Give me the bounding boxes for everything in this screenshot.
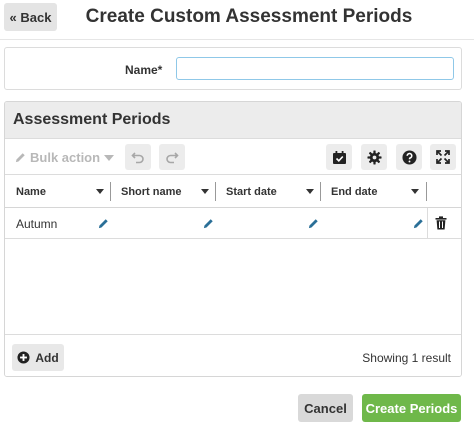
help-button[interactable] xyxy=(396,144,422,170)
column-label: Name xyxy=(16,185,46,198)
assessment-periods-panel: Assessment Periods Bulk action Name Shor… xyxy=(4,101,462,377)
create-periods-button[interactable]: Create Periods xyxy=(362,394,461,422)
edit-pencil-icon[interactable] xyxy=(308,218,319,229)
row-divider xyxy=(427,208,428,239)
undo-icon xyxy=(131,152,144,164)
sort-caret-icon xyxy=(201,189,209,194)
bulk-action-dropdown[interactable]: Bulk action xyxy=(15,150,115,165)
trash-icon[interactable] xyxy=(435,216,447,230)
column-label: Short name xyxy=(121,185,182,198)
column-label: End date xyxy=(331,185,378,198)
column-header-name[interactable]: Name xyxy=(16,175,110,208)
grid-footer: Add Showing 1 result xyxy=(5,334,461,376)
edit-pencil-icon[interactable] xyxy=(98,218,109,229)
name-label: Name* xyxy=(125,63,163,77)
column-divider xyxy=(215,182,216,201)
column-label: Start date xyxy=(226,185,277,198)
column-divider xyxy=(110,182,111,201)
header-divider xyxy=(0,39,474,40)
panel-header: Assessment Periods xyxy=(5,102,461,139)
edit-pencil-icon[interactable] xyxy=(413,218,424,229)
name-form-panel: Name* xyxy=(4,47,462,90)
add-row-button[interactable]: Add xyxy=(12,344,64,371)
column-divider xyxy=(320,182,321,201)
question-icon xyxy=(401,149,417,165)
edit-pencil-icon[interactable] xyxy=(203,218,214,229)
fullscreen-button[interactable] xyxy=(430,144,456,170)
cancel-button[interactable]: Cancel xyxy=(298,394,353,422)
sort-caret-icon xyxy=(411,189,419,194)
plus-circle-icon xyxy=(17,351,30,364)
sort-caret-icon xyxy=(96,189,104,194)
calendar-button[interactable] xyxy=(326,144,352,170)
column-divider xyxy=(426,182,427,201)
column-header-start-date[interactable]: Start date xyxy=(226,175,320,208)
column-header-row: Name Short name Start date End date xyxy=(5,175,461,208)
chevron-down-icon xyxy=(104,154,115,161)
calendar-check-icon xyxy=(332,150,346,164)
column-header-end-date[interactable]: End date xyxy=(331,175,425,208)
result-count: Showing 1 result xyxy=(362,351,451,365)
redo-icon xyxy=(166,152,179,164)
pencil-icon xyxy=(15,153,25,163)
gear-icon xyxy=(366,149,382,165)
undo-button[interactable] xyxy=(125,144,151,170)
expand-icon xyxy=(436,150,450,164)
column-header-short-name[interactable]: Short name xyxy=(121,175,215,208)
page-title: Create Custom Assessment Periods xyxy=(85,6,413,27)
table-row: Autumn xyxy=(5,208,461,239)
add-label: Add xyxy=(35,350,59,365)
sort-caret-icon xyxy=(306,189,314,194)
cell-name[interactable]: Autumn xyxy=(16,217,57,231)
panel-title: Assessment Periods xyxy=(13,111,171,128)
settings-button[interactable] xyxy=(361,144,387,170)
page: « Back Create Custom Assessment Periods … xyxy=(0,0,474,424)
name-input[interactable] xyxy=(176,57,454,80)
redo-button[interactable] xyxy=(159,144,185,170)
grid-toolbar: Bulk action xyxy=(5,139,461,175)
bulk-action-label: Bulk action xyxy=(30,150,101,165)
